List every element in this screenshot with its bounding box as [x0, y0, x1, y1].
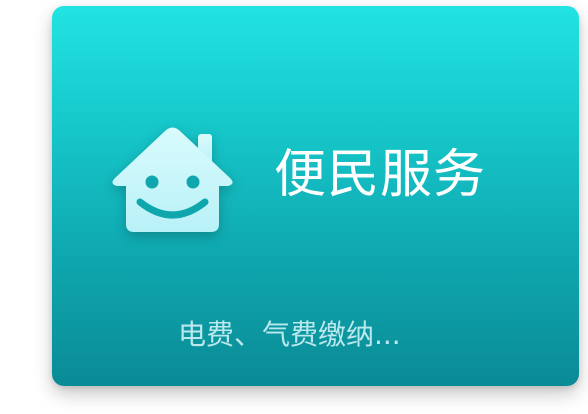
convenience-services-card[interactable]: 便民服务 电费、气费缴纳... [52, 6, 579, 386]
page: 便民服务 电费、气费缴纳... [0, 0, 588, 414]
card-subtitle: 电费、气费缴纳... [178, 318, 401, 351]
smiling-house-icon [107, 124, 238, 232]
card-title: 便民服务 [274, 145, 487, 205]
